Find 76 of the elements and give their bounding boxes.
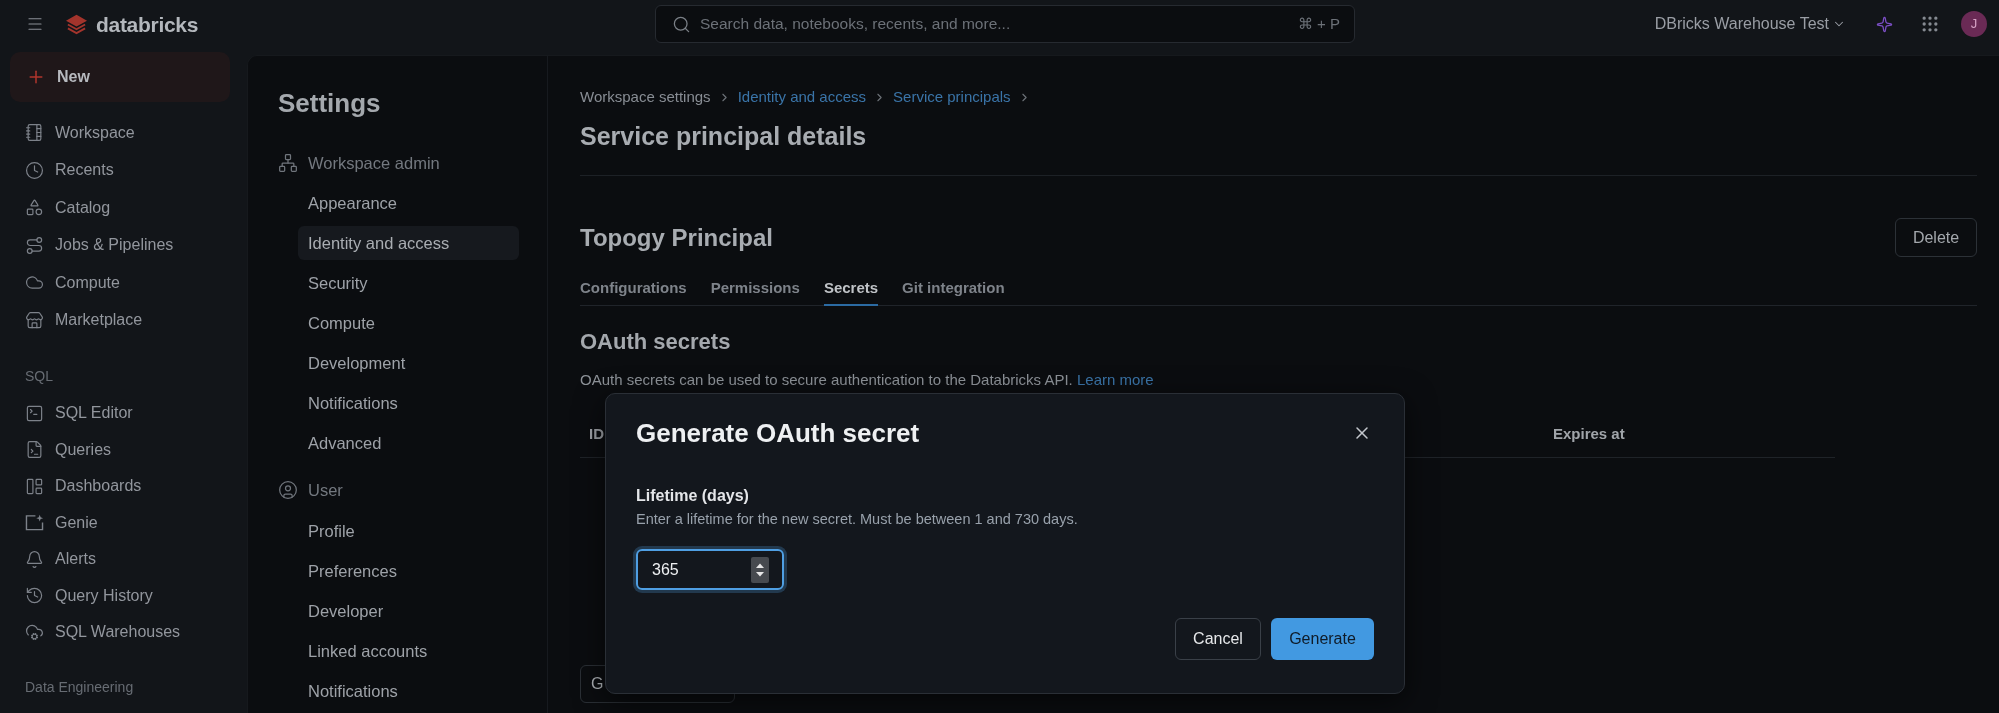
tab[interactable]: Git integration	[902, 272, 1005, 306]
cloud-gear-icon	[25, 622, 44, 642]
bell-icon	[25, 549, 44, 569]
menu-icon[interactable]	[26, 15, 44, 33]
sidebar-item[interactable]: Recents	[10, 151, 237, 189]
settings-nav-item[interactable]: Advanced	[298, 426, 519, 460]
sidebar-item[interactable]: Jobs & Pipelines	[10, 226, 237, 264]
shortcut-hint: ⌘ + P	[1297, 14, 1340, 34]
sidebar-item[interactable]: SQL Editor	[10, 395, 237, 432]
breadcrumb-link[interactable]: Service principals	[893, 85, 1011, 109]
terminal-icon	[25, 403, 44, 423]
sidebar-item[interactable]: Marketplace	[10, 301, 237, 339]
page-title: Service principal details	[580, 121, 867, 152]
settings-title: Settings	[278, 87, 381, 120]
dialog-title: Generate OAuth secret	[636, 417, 920, 449]
settings-nav-item[interactable]: Identity and access	[298, 226, 519, 260]
sidebar-item[interactable]: Catalog	[10, 189, 237, 227]
sidebar-item[interactable]: Workspace	[10, 114, 237, 152]
new-button[interactable]: New	[10, 52, 230, 102]
sidebar-item[interactable]: Query History	[10, 577, 237, 614]
breadcrumb-link[interactable]: Identity and access	[737, 85, 867, 109]
field-help-text: Enter a lifetime for the new secret. Must be between 1 and 730 days.	[636, 510, 1078, 529]
apps-grid-icon[interactable]	[1920, 14, 1940, 34]
sidebar-item[interactable]: Dashboards	[10, 468, 237, 505]
settings-nav-item[interactable]: Appearance	[298, 186, 519, 220]
logo-text: databricks	[96, 13, 199, 35]
column-header: Expires at	[1553, 424, 1625, 445]
workspace-selector[interactable]: DBricks Warehouse Test	[1654, 12, 1846, 36]
avatar[interactable]: J	[1961, 11, 1987, 37]
field-label: Lifetime (days)	[636, 486, 749, 506]
settings-section-label: Workspace admin	[308, 152, 440, 174]
cancel-button[interactable]: Cancel	[1175, 618, 1261, 660]
settings-nav-item[interactable]: Preferences	[298, 554, 519, 588]
settings-section-label: User	[308, 479, 343, 501]
settings-nav-item[interactable]: Profile	[298, 514, 519, 548]
sparkle-icon[interactable]	[1876, 15, 1893, 33]
route-icon	[25, 235, 44, 255]
sidebar-section-label: Data Engineering	[24, 677, 135, 697]
clock-icon	[25, 160, 44, 180]
column-header: ID	[589, 424, 604, 445]
learn-more-link[interactable]: Learn more	[1076, 371, 1154, 388]
spinner-arrows-icon[interactable]	[751, 556, 769, 583]
storefront-icon	[25, 310, 44, 330]
number-input-field[interactable]: 365	[636, 549, 784, 590]
settings-nav-item[interactable]: Notifications	[298, 674, 519, 708]
tab[interactable]: Secrets	[823, 272, 879, 306]
settings-nav-item[interactable]: Notifications	[298, 386, 519, 420]
search-icon	[672, 14, 691, 34]
sidebar-item[interactable]: Queries	[10, 431, 237, 468]
tab[interactable]: Configurations	[580, 272, 687, 306]
stacked-layers-logo-icon	[66, 13, 87, 35]
settings-nav-item[interactable]: Linked accounts	[298, 634, 519, 668]
sitemap-icon	[278, 153, 298, 173]
section-description: OAuth secrets can be used to secure authentication to the Databricks API. Learn more	[580, 370, 1154, 390]
notebook-icon	[25, 123, 44, 143]
settings-nav-item[interactable]: Developer	[298, 594, 519, 628]
settings-nav-item[interactable]: Development	[298, 346, 519, 380]
breadcrumb-text: Workspace settings	[580, 86, 711, 107]
section-title: OAuth secrets	[580, 328, 731, 356]
delete-button[interactable]: Delete	[1895, 218, 1977, 257]
history-icon	[25, 586, 44, 606]
file-terminal-icon	[25, 440, 44, 460]
settings-nav-item[interactable]: Security	[298, 266, 519, 300]
tab[interactable]: Permissions	[710, 272, 800, 306]
sidebar-item[interactable]: Genie	[10, 504, 237, 541]
settings-nav-item[interactable]: Compute	[298, 306, 519, 340]
screen-sparkle-icon	[25, 514, 44, 532]
sidebar-item[interactable]: Compute	[10, 264, 237, 302]
principal-name: Topogy Principal	[580, 222, 773, 253]
sidebar-item[interactable]: Alerts	[10, 541, 237, 578]
user-circle-icon	[278, 480, 298, 500]
sidebar-item[interactable]: SQL Warehouses	[10, 614, 237, 651]
dashboard-icon	[25, 476, 44, 496]
sidebar-section-label: SQL	[24, 367, 54, 386]
shapes-icon	[25, 198, 44, 218]
generate-button[interactable]: Generate	[1271, 618, 1374, 660]
